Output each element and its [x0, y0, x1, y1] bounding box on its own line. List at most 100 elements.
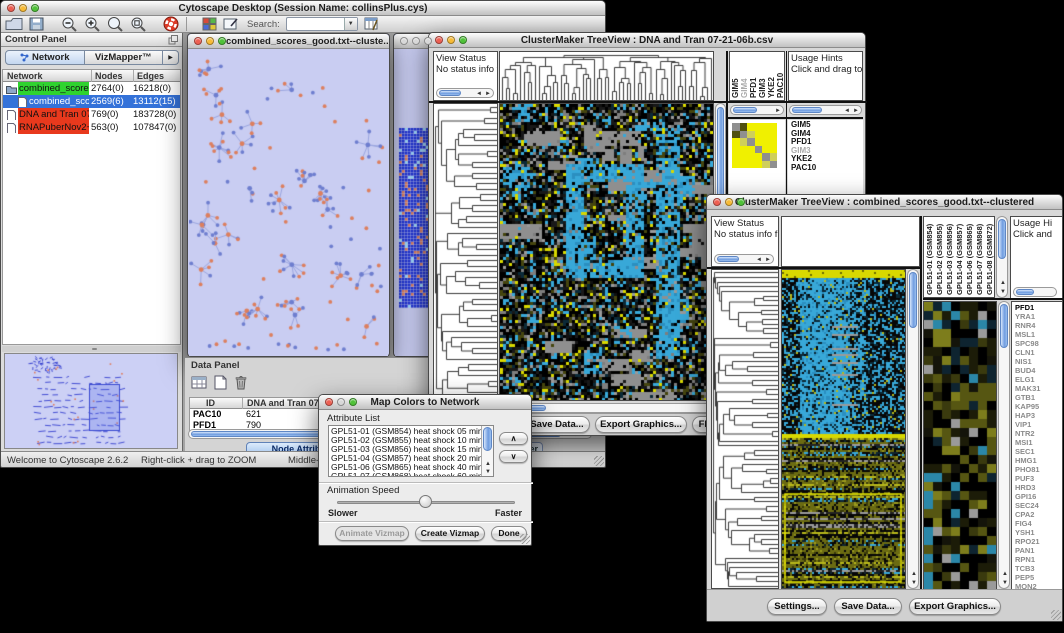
column-label[interactable]: GPL51-04 (GSM857) — [955, 224, 964, 295]
gene-label[interactable]: RPN1 — [1015, 555, 1040, 564]
scroll-up-arrow[interactable]: ▲ — [1000, 280, 1006, 286]
scroll-down-arrow[interactable]: ▼ — [1000, 289, 1006, 295]
close-button[interactable] — [435, 36, 443, 44]
scrollbar-thumb[interactable] — [733, 107, 757, 113]
gene-label[interactable]: CLN1 — [1015, 348, 1040, 357]
close-button[interactable] — [7, 4, 15, 12]
resize-grip[interactable] — [594, 456, 604, 466]
column-dendrogram-panel[interactable] — [499, 51, 714, 101]
matrix-cell[interactable] — [755, 161, 763, 169]
move-down-button[interactable]: ∨ — [499, 450, 528, 463]
gene-label[interactable]: SEC24 — [1015, 501, 1040, 510]
matrix-cell[interactable] — [762, 131, 770, 139]
gene-label[interactable]: PUF3 — [1015, 474, 1040, 483]
close-button[interactable] — [713, 198, 721, 206]
zoom-out-icon[interactable] — [61, 16, 78, 32]
scrollbar-thumb[interactable] — [717, 256, 739, 262]
network-list-row[interactable]: combined_sco2569(6)13112(15) — [3, 95, 180, 108]
attribute-list-item[interactable]: GPL51-07 (GSM868) heat shock 60 min — [331, 472, 480, 477]
attribute-listbox[interactable]: GPL51-01 (GSM854) heat shock 05 minGPL51… — [328, 425, 494, 477]
scroll-right-arrow[interactable]: ► — [775, 108, 781, 114]
network-name[interactable]: RNAPuberNov2+ — [18, 121, 89, 134]
matrix-gene-label[interactable]: PAC10 — [791, 164, 816, 173]
gene-label[interactable]: MSL1 — [1015, 330, 1040, 339]
network1-view-canvas[interactable] — [189, 50, 388, 356]
minimize-button[interactable] — [206, 37, 214, 45]
gene-label[interactable]: MSI1 — [1015, 438, 1040, 447]
export-graphics-button[interactable]: Export Graphics... — [595, 416, 687, 433]
column-label[interactable]: GPL51-08 (GSM872) — [985, 224, 994, 295]
attribute-table-icon[interactable] — [364, 17, 380, 31]
gene-label[interactable]: SPC98 — [1015, 339, 1040, 348]
matrix-cell[interactable] — [762, 138, 770, 146]
zoom-button[interactable] — [424, 37, 432, 45]
gene-label[interactable]: PAN1 — [1015, 546, 1040, 555]
matrix-cell[interactable] — [770, 123, 778, 131]
scroll-up-arrow[interactable]: ▲ — [911, 571, 917, 577]
column-label[interactable]: GIM3 — [758, 78, 767, 98]
list-vscrollbar[interactable]: ▲ ▼ — [481, 426, 493, 476]
row-dendrogram-panel[interactable] — [433, 103, 498, 401]
matrix-cell[interactable] — [740, 153, 748, 161]
network-list-row[interactable]: combined_scores2764(0)16218(0) — [3, 82, 180, 95]
float-panel-icon[interactable] — [168, 35, 178, 45]
save-data-button[interactable]: Save Data... — [834, 598, 902, 615]
id-column-header[interactable]: ID — [206, 398, 215, 409]
minimize-button[interactable] — [447, 36, 455, 44]
column-label[interactable]: GPL51-03 (GSM856) — [945, 224, 954, 295]
scroll-right-arrow[interactable]: ► — [853, 108, 859, 114]
table-row-id[interactable]: PAC10 — [193, 409, 221, 420]
matrix-cell[interactable] — [732, 123, 740, 131]
gene-label[interactable]: TCB3 — [1015, 564, 1040, 573]
tab-vizmapper[interactable]: VizMapper™ — [85, 50, 164, 65]
gene-label[interactable]: KAP95 — [1015, 402, 1040, 411]
column-label[interactable]: PAC10 — [776, 73, 785, 98]
zoom-button[interactable] — [737, 198, 745, 206]
dialog-titlebar[interactable]: Map Colors to Network — [319, 395, 531, 410]
matrix-cell[interactable] — [770, 161, 778, 169]
column-dendrogram-panel[interactable] — [781, 216, 920, 267]
help-lifesaver-icon[interactable] — [163, 16, 180, 32]
matrix-cell[interactable] — [740, 138, 748, 146]
gene-label[interactable]: PEP5 — [1015, 573, 1040, 582]
matrix-cell[interactable] — [747, 131, 755, 139]
gene-label[interactable]: HAP3 — [1015, 411, 1040, 420]
scroll-up-arrow[interactable]: ▲ — [1002, 571, 1008, 577]
minimize-button[interactable] — [412, 37, 420, 45]
matrix-cell[interactable] — [755, 138, 763, 146]
matrix-cell[interactable] — [762, 161, 770, 169]
view-status-hscrollbar[interactable]: ◄ ► — [436, 88, 494, 98]
global-vscrollbar[interactable]: ▲ ▼ — [907, 269, 919, 589]
global-heatmap-panel[interactable] — [781, 269, 906, 589]
create-vizmap-button[interactable]: Create Vizmap — [415, 526, 485, 541]
gene-label[interactable]: HRD3 — [1015, 483, 1040, 492]
matrix-cell[interactable] — [755, 131, 763, 139]
scrollbar-thumb[interactable] — [998, 219, 1006, 259]
matrix-cell[interactable] — [732, 161, 740, 169]
usage-hscrollbar[interactable] — [1013, 287, 1057, 297]
move-up-button[interactable]: ∧ — [499, 432, 528, 445]
save-data-button[interactable]: Save Data... — [524, 416, 590, 433]
export-graphics-button[interactable]: Export Graphics... — [909, 598, 1001, 615]
matrix-cell[interactable] — [747, 161, 755, 169]
open-folder-icon[interactable] — [5, 17, 23, 31]
gene-label[interactable]: BUD4 — [1015, 366, 1040, 375]
matrix-cell[interactable] — [770, 153, 778, 161]
column-label[interactable]: GPL51-02 (GSM855) — [935, 224, 944, 295]
matrix-cell[interactable] — [732, 138, 740, 146]
matrix-cell[interactable] — [747, 138, 755, 146]
col-edges[interactable]: Edges — [133, 70, 164, 82]
matrix-cell[interactable] — [762, 146, 770, 154]
gene-label[interactable]: FIG4 — [1015, 519, 1040, 528]
column-label[interactable]: GPL51-01 (GSM854) — [925, 224, 934, 295]
column-label[interactable]: GIM5 — [731, 78, 740, 98]
resize-grip[interactable] — [520, 534, 530, 544]
scroll-down-arrow[interactable]: ▼ — [1002, 580, 1008, 586]
matrix-cell[interactable] — [747, 123, 755, 131]
gene-label[interactable]: SEC1 — [1015, 447, 1040, 456]
slider-thumb[interactable] — [419, 495, 432, 508]
gene-label[interactable]: PFD1 — [1015, 303, 1040, 312]
matrix-cell[interactable] — [755, 123, 763, 131]
zoom-in-icon[interactable] — [84, 16, 101, 32]
close-button[interactable] — [325, 398, 333, 406]
